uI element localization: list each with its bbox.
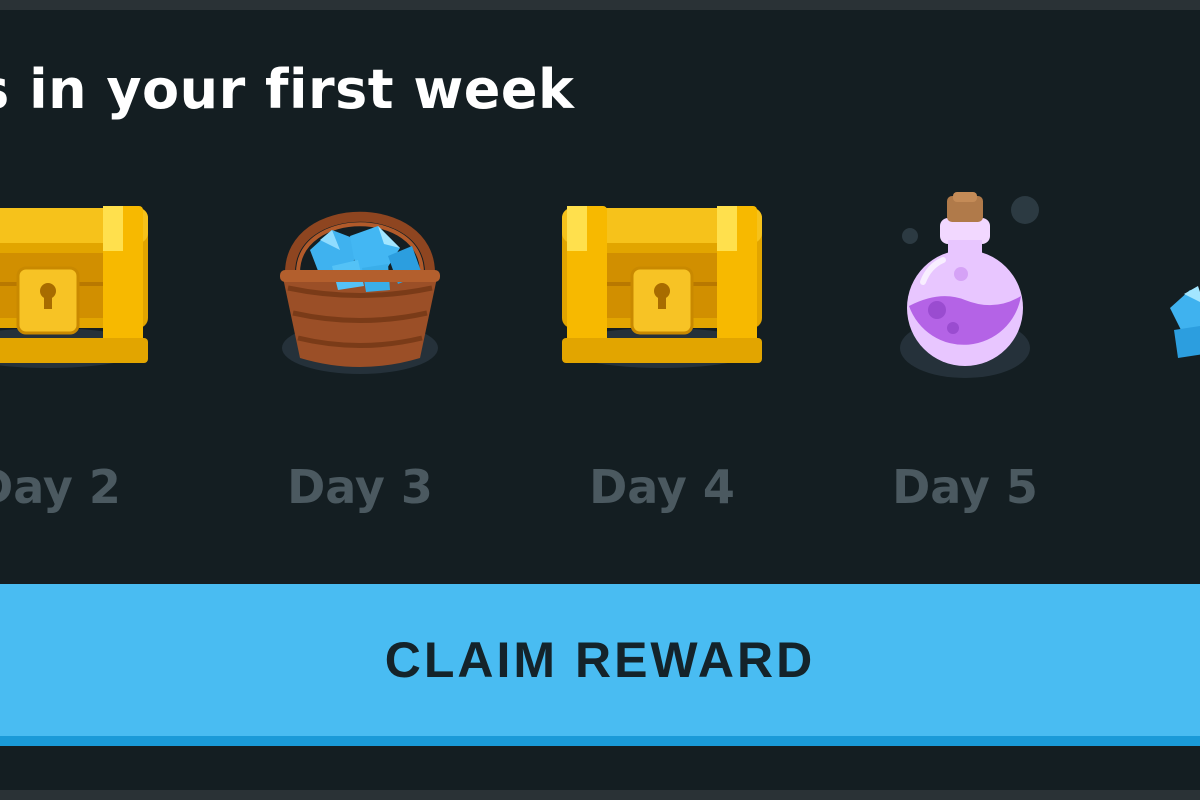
day-label: Day 4 xyxy=(589,460,735,514)
reward-day-4: Day 4 xyxy=(542,178,782,538)
reward-screen: ds in your first week Day 2 xyxy=(0,0,1200,800)
reward-day-2: Day 2 xyxy=(0,178,168,538)
claim-reward-label: CLAIM REWARD xyxy=(384,632,816,688)
day-label: Day 2 xyxy=(0,460,121,514)
day-label: Day 5 xyxy=(892,460,1038,514)
treasure-chest-icon xyxy=(562,206,762,368)
gem-icon xyxy=(1170,286,1200,358)
treasure-chest-icon xyxy=(0,206,148,368)
reward-day-6: D xyxy=(1150,178,1200,538)
page-title: ds in your first week xyxy=(0,58,575,121)
reward-day-5: Day 5 xyxy=(845,178,1085,538)
gem-basket-icon xyxy=(280,211,440,374)
day-label: D xyxy=(1150,460,1200,514)
day-label: Day 3 xyxy=(287,460,433,514)
top-edge xyxy=(0,0,1200,10)
claim-reward-button[interactable]: CLAIM REWARD xyxy=(0,584,1200,746)
potion-icon xyxy=(900,192,1039,378)
bottom-edge xyxy=(0,790,1200,800)
reward-day-3: Day 3 xyxy=(240,178,480,538)
